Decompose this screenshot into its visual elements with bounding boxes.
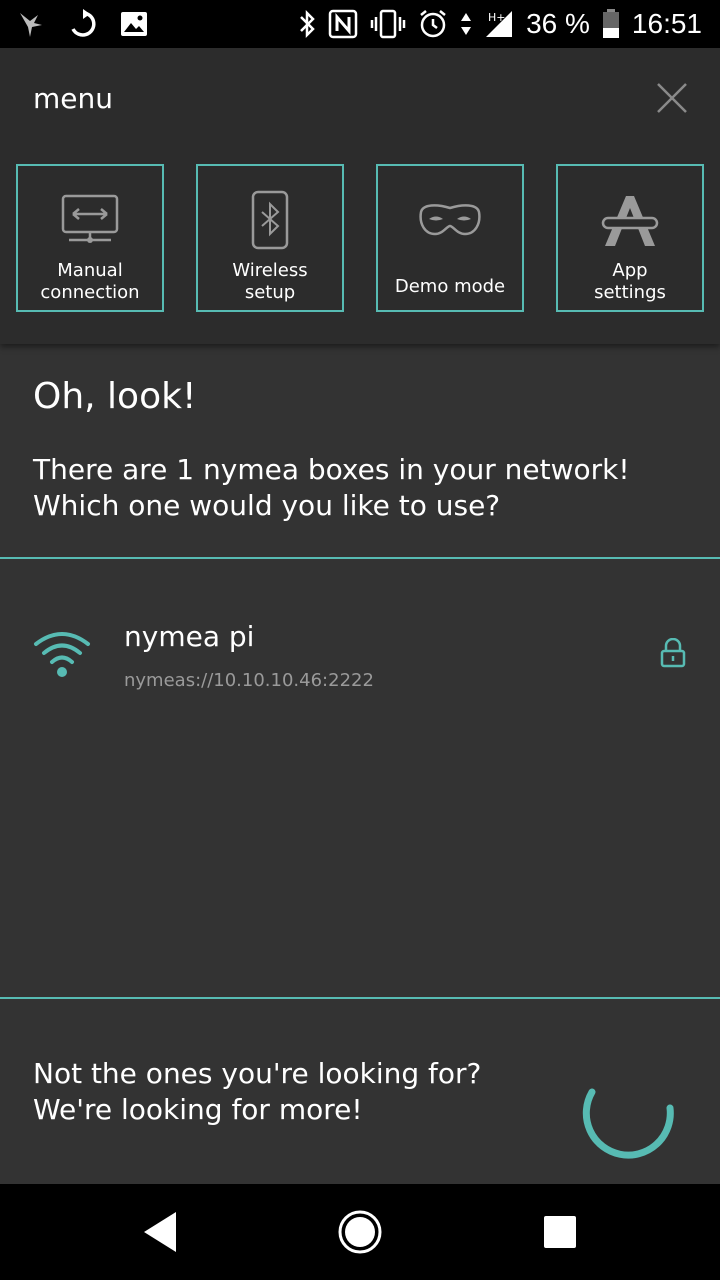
- navigation-bar: [0, 1184, 720, 1280]
- close-icon: [657, 83, 687, 113]
- busy-spinner: [582, 1088, 674, 1159]
- page-heading: Oh, look!: [33, 376, 197, 417]
- home-button[interactable]: [336, 1208, 384, 1260]
- wireless-setup-button[interactable]: Wireless setup: [196, 164, 344, 312]
- tile-label: Demo mode: [394, 276, 506, 297]
- manual-connection-button[interactable]: Manual connection: [16, 164, 164, 312]
- recents-button[interactable]: [540, 1208, 580, 1260]
- host-url: nymeas://10.10.10.46:2222: [124, 670, 374, 691]
- lock-icon: [660, 638, 686, 668]
- sync-icon: [68, 9, 98, 39]
- host-list-item[interactable]: nymea pi nymeas://10.10.10.46:2222: [0, 608, 720, 698]
- svg-text:H+: H+: [488, 11, 506, 24]
- image-icon: [120, 11, 148, 37]
- app-screen: menu Manual connection Wireless setup De…: [0, 48, 720, 1184]
- signal-icon: H+: [484, 9, 514, 39]
- battery-icon: [602, 9, 620, 39]
- back-button[interactable]: [140, 1208, 180, 1260]
- searching-message: Not the ones you're looking for? We're l…: [33, 1056, 481, 1128]
- wifi-icon: [34, 632, 90, 677]
- divider-bottom: [0, 997, 720, 999]
- data-arrows-icon: [460, 9, 472, 39]
- bluetooth-icon: [298, 9, 316, 39]
- vibrate-icon: [370, 9, 406, 39]
- network-icon: [61, 194, 119, 243]
- searching-line-1: Not the ones you're looking for?: [33, 1057, 482, 1090]
- close-button[interactable]: [650, 76, 694, 120]
- nfc-icon: [328, 9, 358, 39]
- demo-mode-button[interactable]: Demo mode: [376, 164, 524, 312]
- menu-title: menu: [33, 82, 113, 115]
- tile-label: App settings: [594, 260, 666, 303]
- home-icon: [338, 1210, 382, 1254]
- discovery-message: There are 1 nymea boxes in your network!…: [33, 453, 630, 522]
- bird-icon: [18, 9, 46, 39]
- back-icon: [144, 1212, 176, 1252]
- host-name: nymea pi: [124, 620, 255, 653]
- bluetooth-device-icon: [251, 190, 289, 250]
- alarm-icon: [418, 9, 448, 39]
- mask-icon: [419, 204, 481, 236]
- tile-label: Manual connection: [40, 260, 140, 303]
- tile-label: Wireless setup: [232, 260, 308, 303]
- battery-percent: 36 %: [526, 8, 590, 39]
- menu-tiles: Manual connection Wireless setup Demo mo…: [16, 164, 704, 312]
- status-bar: H+ 36 % 16:51: [0, 0, 720, 48]
- recents-icon: [544, 1216, 576, 1248]
- app-settings-button[interactable]: App settings: [556, 164, 704, 312]
- app-settings-icon: [601, 196, 659, 246]
- searching-line-2: We're looking for more!: [33, 1093, 363, 1126]
- menu-panel: menu Manual connection Wireless setup De…: [0, 48, 720, 344]
- divider-top: [0, 557, 720, 559]
- clock: 16:51: [631, 8, 702, 39]
